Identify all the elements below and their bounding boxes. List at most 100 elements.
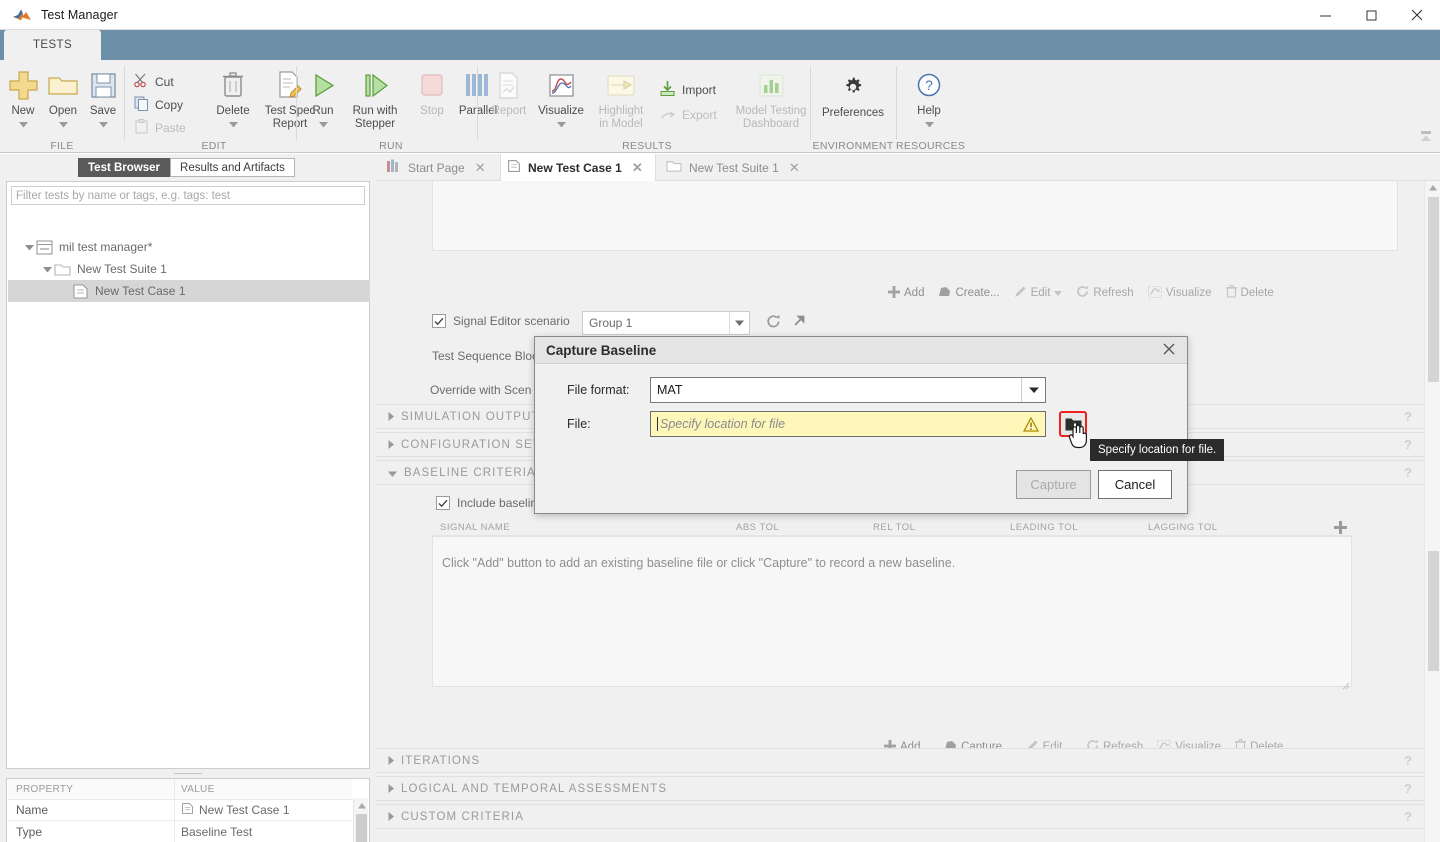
inputs-add-button[interactable]: Add	[888, 286, 924, 301]
section-custom-criteria[interactable]: CUSTOM CRITERIA ?	[376, 804, 1424, 829]
new-button-label: New	[11, 105, 34, 118]
include-baseline-checkbox[interactable]	[436, 496, 450, 510]
chevron-down-icon[interactable]	[319, 119, 328, 132]
dialog-title: Capture Baseline	[546, 343, 656, 358]
close-icon[interactable]: ✕	[789, 160, 800, 176]
close-icon[interactable]: ✕	[475, 160, 486, 176]
triangle-collapsed-icon[interactable]	[388, 408, 394, 426]
close-icon[interactable]: ✕	[632, 160, 643, 176]
help-icon[interactable]: ?	[1404, 809, 1412, 824]
tab-tests[interactable]: TESTS	[4, 30, 101, 60]
section-logical-and-temporal-assessments[interactable]: LOGICAL AND TEMPORAL ASSESSMENTS ?	[376, 776, 1424, 801]
new-button[interactable]: New	[2, 68, 44, 132]
triangle-collapsed-icon[interactable]	[388, 436, 394, 454]
tree-item-label: New Test Suite 1	[77, 262, 167, 276]
window-title: Test Manager	[41, 8, 118, 22]
splitter-grip	[174, 773, 202, 774]
save-button[interactable]: Save	[82, 68, 124, 132]
scroll-up-icon[interactable]	[354, 798, 369, 813]
open-button[interactable]: Open	[42, 68, 84, 132]
help-button[interactable]: ? Help	[898, 68, 960, 132]
file-format-combo[interactable]: MAT	[650, 377, 1046, 403]
signal-editor-scenario-combo[interactable]: Group 1	[582, 311, 750, 335]
column-header-lagging-tol: LAGGING TOL	[1148, 522, 1218, 533]
help-icon[interactable]: ?	[1404, 781, 1412, 796]
collapse-ribbon-icon[interactable]	[1418, 130, 1434, 148]
import-button[interactable]: Import	[659, 80, 716, 100]
chevron-down-icon[interactable]	[99, 119, 108, 132]
run-with-stepper-button[interactable]: Run with Stepper	[340, 68, 410, 131]
inputs-create-button[interactable]: Create...	[938, 286, 999, 301]
close-icon[interactable]	[1161, 341, 1177, 362]
capture-button-label: Capture	[1030, 477, 1076, 492]
scroll-thumb[interactable]	[356, 814, 367, 842]
doc-tab-new-test-suite-1[interactable]: New Test Suite 1 ✕	[660, 154, 808, 181]
column-header-property: PROPERTY	[8, 779, 175, 800]
paste-button-label: Paste	[155, 121, 186, 135]
tree-item-new-test-suite-1[interactable]: New Test Suite 1	[8, 258, 370, 280]
maximize-icon[interactable]	[1348, 0, 1394, 30]
help-icon[interactable]: ?	[1404, 753, 1412, 768]
help-icon[interactable]: ?	[1404, 409, 1412, 424]
signal-editor-scenario-checkbox[interactable]	[432, 314, 446, 328]
chevron-down-icon[interactable]	[729, 312, 749, 334]
preferences-button[interactable]: Preferences	[812, 70, 894, 120]
signal-editor-refresh-icon[interactable]	[766, 314, 781, 334]
chevron-down-icon[interactable]	[19, 119, 28, 132]
triangle-collapsed-icon[interactable]	[388, 752, 394, 770]
properties-scrollbar[interactable]	[353, 798, 368, 842]
twisty-expanded-icon[interactable]	[22, 244, 36, 251]
scroll-thumb[interactable]	[1428, 197, 1439, 382]
folder-icon	[666, 159, 682, 176]
add-column-icon[interactable]	[1334, 521, 1347, 537]
main-scrollbar[interactable]	[1424, 181, 1440, 842]
delete-button[interactable]: Delete	[209, 68, 257, 132]
scroll-thumb-secondary[interactable]	[1428, 551, 1439, 671]
triangle-collapsed-icon[interactable]	[388, 780, 394, 798]
horizontal-splitter[interactable]	[6, 771, 370, 776]
filter-input[interactable]: Filter tests by name or tags, e.g. tags:…	[11, 186, 365, 205]
property-value: New Test Case 1	[175, 800, 352, 821]
chevron-down-icon[interactable]	[229, 119, 238, 132]
document-icon	[507, 159, 521, 176]
run-button-label: Run	[312, 105, 333, 118]
chevron-down-icon[interactable]	[557, 119, 566, 132]
resize-grip-icon[interactable]	[1342, 677, 1350, 685]
table-row[interactable]: Name New Test Case 1	[8, 800, 352, 821]
tab-results-and-artifacts[interactable]: Results and Artifacts	[170, 158, 295, 177]
paste-button: Paste	[134, 119, 186, 137]
triangle-expanded-icon[interactable]	[388, 464, 397, 482]
doc-tab-start-page[interactable]: Start Page ✕	[380, 154, 496, 181]
close-icon[interactable]	[1394, 0, 1440, 30]
open-external-icon[interactable]	[792, 314, 806, 333]
chevron-down-icon[interactable]	[925, 119, 934, 132]
twisty-expanded-icon[interactable]	[40, 266, 54, 273]
visualize-icon	[1148, 286, 1162, 301]
file-input[interactable]: Specify location for file	[650, 411, 1046, 437]
model-testing-dashboard-button: Model Testing Dashboard	[729, 68, 813, 131]
tree-item-new-test-case-1[interactable]: New Test Case 1	[8, 280, 370, 302]
chevron-down-icon[interactable]	[1021, 378, 1045, 402]
ribbon-group-run: Run Run with Stepper Stop Parallel	[296, 60, 486, 153]
visualize-button[interactable]: Visualize	[533, 68, 589, 132]
doc-tab-new-test-case-1[interactable]: New Test Case 1 ✕	[500, 154, 656, 181]
scroll-up-icon[interactable]	[1425, 181, 1440, 195]
tab-test-browser[interactable]: Test Browser	[78, 158, 170, 177]
baseline-grid-body[interactable]: Click "Add" button to add an existing ba…	[432, 536, 1352, 687]
chevron-down-icon[interactable]	[59, 119, 68, 132]
cut-button[interactable]: Cut	[134, 73, 174, 91]
help-icon[interactable]: ?	[1404, 465, 1412, 480]
help-icon[interactable]: ?	[1404, 437, 1412, 452]
doc-tab-label: New Test Suite 1	[689, 161, 779, 175]
cancel-button[interactable]: Cancel	[1098, 470, 1172, 499]
tooltip-text: Specify location for file.	[1098, 444, 1216, 456]
inputs-create-label: Create...	[955, 287, 999, 299]
run-button[interactable]: Run	[302, 68, 344, 132]
property-value-text: New Test Case 1	[199, 803, 290, 817]
triangle-collapsed-icon[interactable]	[388, 808, 394, 826]
section-iterations[interactable]: ITERATIONS ?	[376, 748, 1424, 773]
minimize-icon[interactable]	[1302, 0, 1348, 30]
tree-item-mil-test-manager[interactable]: mil test manager*	[8, 236, 370, 258]
copy-button[interactable]: Copy	[134, 96, 183, 114]
table-row[interactable]: Type Baseline Test	[8, 821, 352, 842]
